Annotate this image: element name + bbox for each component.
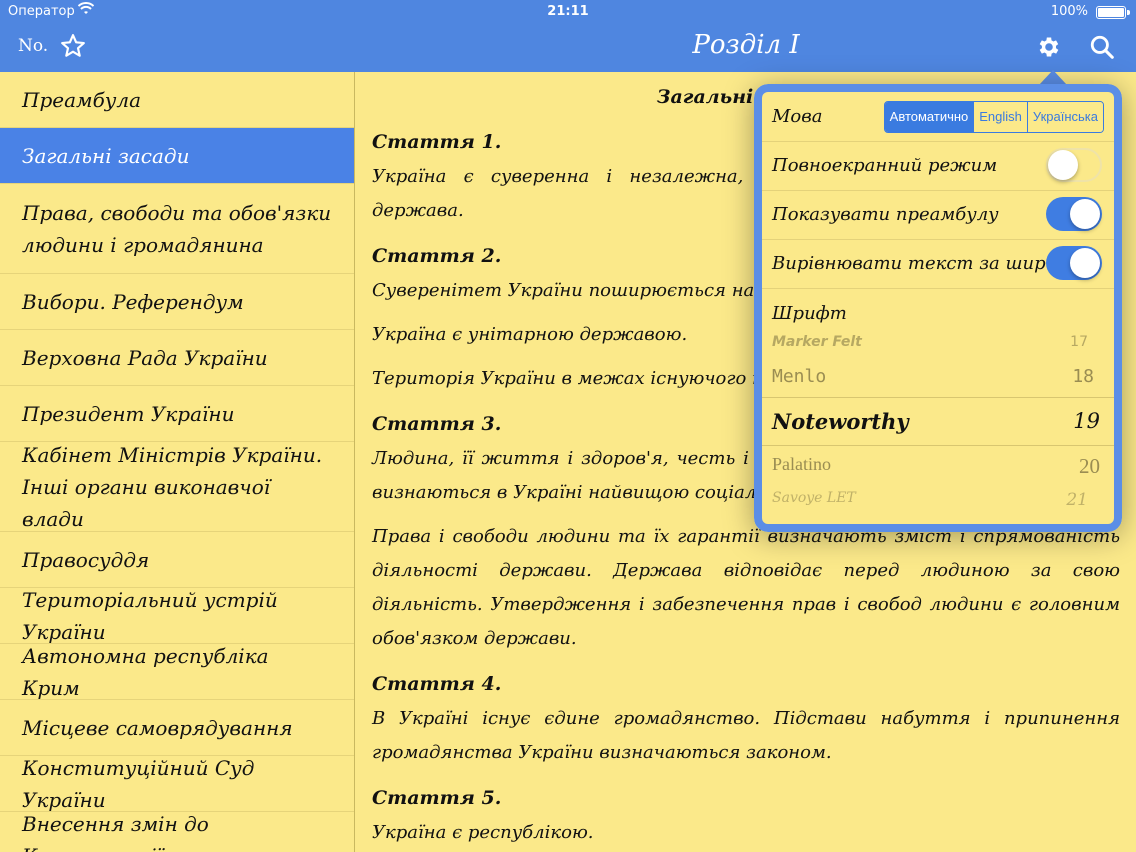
sidebar-item-constitutional-court[interactable]: Конституційний Суд України (0, 756, 354, 812)
article-number-button[interactable]: No. (18, 36, 48, 56)
justify-toggle[interactable] (1046, 246, 1102, 280)
paragraph: В Україні існує єдине громадянство. Підс… (372, 708, 1120, 763)
font-label: Шрифт (772, 303, 847, 324)
picker-selection-bottom-line (762, 445, 1114, 446)
sidebar-item-justice[interactable]: Правосуддя (0, 532, 354, 588)
font-row: Шрифт (762, 289, 1114, 329)
fullscreen-row: Повноекранний режим (762, 142, 1114, 191)
paragraph: Україна є республікою. (372, 822, 594, 843)
justify-row: Вирівнювати текст за шириною (762, 240, 1114, 289)
preamble-label: Показувати преамбулу (772, 204, 999, 225)
popover-arrow (1039, 70, 1067, 85)
language-segmented-control: Автоматично English Українська (883, 101, 1104, 133)
sidebar-item-territorial[interactable]: Територіальний устрій України (0, 588, 354, 644)
battery-icon (1096, 6, 1130, 19)
favorites-star-icon[interactable] (60, 33, 86, 59)
sidebar-item-local-government[interactable]: Місцеве самоврядування (0, 700, 354, 756)
language-option-english[interactable]: English (973, 102, 1027, 132)
font-option-marker-felt[interactable]: Marker Felt 17 (772, 334, 1104, 350)
sidebar-item-elections[interactable]: Вибори. Референдум (0, 274, 354, 330)
sidebar-item-general-principles[interactable]: Загальні засади (0, 128, 354, 184)
font-option-palatino[interactable]: Palatino 20 (772, 454, 1104, 479)
sidebar-item-preamble[interactable]: Преамбула (0, 72, 354, 128)
sidebar-item-president[interactable]: Президент України (0, 386, 354, 442)
chapters-sidebar: Преамбула Загальні засади Права, свободи… (0, 72, 355, 852)
preamble-toggle[interactable] (1046, 197, 1102, 231)
fullscreen-toggle[interactable] (1046, 148, 1102, 182)
language-option-auto[interactable]: Автоматично (884, 102, 974, 132)
clock: 21:11 (547, 4, 589, 19)
language-option-ukrainian[interactable]: Українська (1026, 102, 1103, 132)
font-option-savoye[interactable]: Savoye LET 21 (772, 490, 1104, 510)
font-option-menlo[interactable]: Menlo 18 (772, 366, 1104, 387)
settings-gear-icon[interactable] (1036, 34, 1062, 60)
article-heading: Стаття 5. (372, 787, 502, 809)
font-option-noteworthy[interactable]: Noteworthy 19 (772, 409, 1104, 434)
preamble-row: Показувати преамбулу (762, 191, 1114, 240)
sidebar-item-rights[interactable]: Права, свободи та обов'язки людини і гро… (0, 184, 354, 274)
sidebar-item-verkhovna-rada[interactable]: Верховна Рада України (0, 330, 354, 386)
page-title: Розділ I (692, 30, 800, 60)
language-row: Мова Автоматично English Українська (762, 92, 1114, 142)
fullscreen-label: Повноекранний режим (772, 155, 998, 176)
settings-popover: Мова Автоматично English Українська Повн… (754, 84, 1122, 532)
paragraph: Права і свободи людини та їх гарантії ви… (372, 526, 1120, 649)
status-bar: Оператор 21:11 100% (0, 0, 1136, 24)
sidebar-item-amendments[interactable]: Внесення змін до Конституції (0, 812, 354, 852)
picker-selection-top-line (762, 397, 1114, 398)
article-heading: Стаття 4. (372, 673, 502, 695)
search-icon[interactable] (1089, 34, 1115, 60)
battery-percent: 100% (1050, 4, 1088, 19)
language-label: Мова (772, 106, 823, 127)
sidebar-item-cabinet[interactable]: Кабінет Міністрів України. Інші органи в… (0, 442, 354, 532)
sidebar-item-crimea[interactable]: Автономна республіка Крим (0, 644, 354, 700)
